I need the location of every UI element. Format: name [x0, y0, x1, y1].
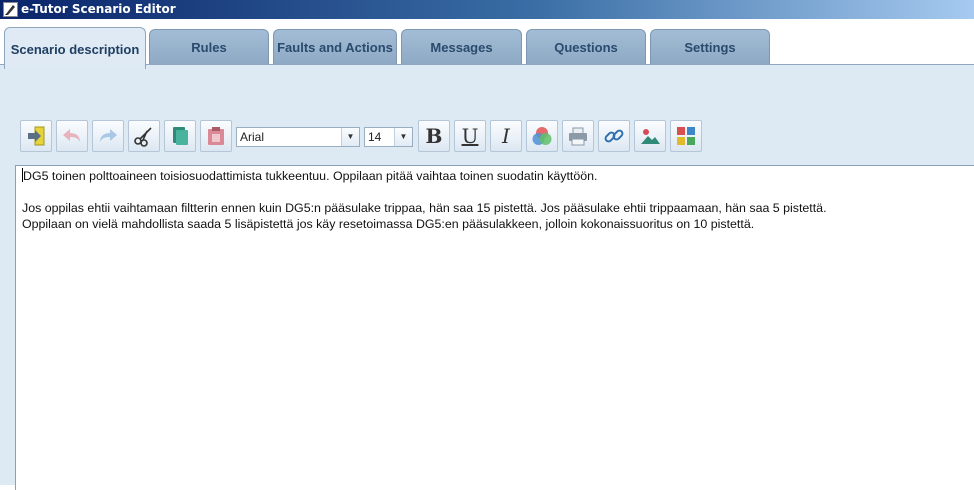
scenario-description-editor[interactable]: DG5 toinen polttoaineen toisiosuodattimi… — [15, 165, 974, 490]
font-size-value: 14 — [368, 130, 382, 144]
tab-faults-and-actions[interactable]: Faults and Actions — [273, 29, 397, 64]
print-icon — [567, 125, 589, 147]
font-family-value: Arial — [240, 130, 265, 144]
chevron-down-icon: ▼ — [341, 128, 359, 146]
formatting-toolbar: Arial ▼ 14 ▼ B U I — [20, 120, 720, 152]
italic-button[interactable]: I — [490, 120, 522, 152]
insert-button[interactable] — [20, 120, 52, 152]
scenario-description-panel: Arial ▼ 14 ▼ B U I DG5 toinen polttoaine… — [0, 65, 974, 490]
insert-image-button[interactable] — [634, 120, 666, 152]
image-icon — [639, 125, 661, 147]
redo-icon — [97, 125, 119, 147]
window-titlebar: e-Tutor Scenario Editor — [0, 0, 974, 19]
redo-button[interactable] — [92, 120, 124, 152]
special-symbols-button[interactable] — [670, 120, 702, 152]
copy-button[interactable] — [164, 120, 196, 152]
font-family-select[interactable]: Arial ▼ — [236, 127, 360, 147]
link-icon — [603, 125, 625, 147]
cut-icon — [133, 125, 155, 147]
tab-strip: Scenario description Rules Faults and Ac… — [0, 19, 974, 69]
undo-icon — [61, 125, 83, 147]
underline-button[interactable]: U — [454, 120, 486, 152]
tab-settings[interactable]: Settings — [650, 29, 770, 64]
window-title: e-Tutor Scenario Editor — [21, 2, 176, 16]
chevron-down-icon: ▼ — [394, 128, 412, 146]
app-icon — [3, 2, 18, 17]
tab-scenario-description[interactable]: Scenario description — [4, 27, 146, 69]
editor-paragraph: Jos oppilas ehtii vaihtamaan filtterin e… — [22, 201, 827, 215]
undo-button[interactable] — [56, 120, 88, 152]
editor-paragraph: DG5 toinen polttoaineen toisiosuodattimi… — [22, 168, 598, 183]
paste-icon — [205, 125, 227, 147]
copy-icon — [169, 125, 191, 147]
bold-button[interactable]: B — [418, 120, 450, 152]
color-icon — [531, 125, 553, 147]
symbols-icon — [675, 125, 697, 147]
cut-button[interactable] — [128, 120, 160, 152]
tab-messages[interactable]: Messages — [401, 29, 522, 64]
editor-paragraph: Oppilaan on vielä mahdollista saada 5 li… — [22, 217, 755, 231]
insert-link-button[interactable] — [598, 120, 630, 152]
insert-icon — [25, 125, 47, 147]
text-color-button[interactable] — [526, 120, 558, 152]
font-size-select[interactable]: 14 ▼ — [364, 127, 413, 147]
print-button[interactable] — [562, 120, 594, 152]
paste-button[interactable] — [200, 120, 232, 152]
tab-rules[interactable]: Rules — [149, 29, 269, 64]
tab-questions[interactable]: Questions — [526, 29, 646, 64]
